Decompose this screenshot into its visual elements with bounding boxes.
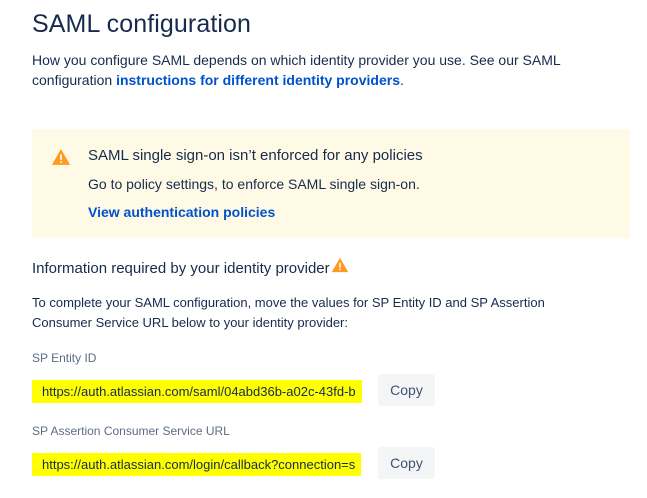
idp-section-heading-text: Information required by your identity pr… (32, 260, 330, 277)
warning-icon (51, 149, 71, 165)
copy-sp-entity-id-button[interactable]: Copy (378, 374, 435, 406)
sp-acs-url-value: https://auth.atlassian.com/login/callbac… (32, 453, 362, 476)
warning-icon (331, 257, 348, 272)
sp-acs-url-label: SP Assertion Consumer Service URL (32, 424, 230, 438)
sp-entity-id-field[interactable]: https://auth.atlassian.com/saml/04abd36b… (32, 375, 372, 407)
copy-sp-acs-url-button[interactable]: Copy (378, 447, 435, 479)
warning-banner: SAML single sign-on isn’t enforced for a… (32, 129, 630, 238)
sp-entity-id-value: https://auth.atlassian.com/saml/04abd36b… (32, 380, 362, 403)
banner-title: SAML single sign-on isn’t enforced for a… (88, 147, 423, 164)
sp-entity-id-label: SP Entity ID (32, 351, 97, 365)
intro-suffix: . (399, 72, 404, 88)
sp-acs-url-field[interactable]: https://auth.atlassian.com/login/callbac… (32, 448, 372, 480)
idp-section-heading: Information required by your identity pr… (32, 257, 349, 277)
identity-provider-instructions-link[interactable]: instructions for different identity prov… (116, 72, 400, 88)
intro-paragraph: How you configure SAML depends on which … (32, 50, 592, 90)
page-title: SAML configuration (32, 10, 252, 38)
idp-section-description: To complete your SAML configuration, mov… (32, 295, 545, 330)
banner-description: Go to policy settings, to enforce SAML s… (88, 176, 420, 192)
view-authentication-policies-link[interactable]: View authentication policies (88, 204, 275, 220)
